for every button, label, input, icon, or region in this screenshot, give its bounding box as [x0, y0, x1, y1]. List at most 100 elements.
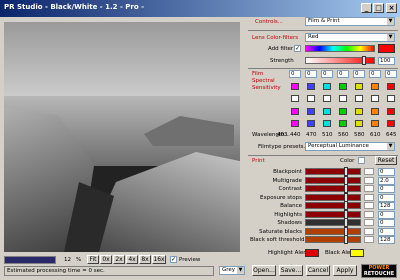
spectral-swatch-610[interactable]	[371, 108, 379, 115]
cancel-button[interactable]: Cancel	[306, 265, 330, 276]
print-row-step-button[interactable]	[364, 185, 374, 192]
sensitivity-value-560[interactable]: 0	[337, 70, 349, 78]
mode-select[interactable]: Grey ▼	[219, 266, 245, 275]
sensitivity-value-580[interactable]: 0	[353, 70, 365, 78]
print-row-slider-handle[interactable]	[344, 167, 348, 176]
print-row-value[interactable]: 128	[378, 236, 395, 244]
highlight-alert-swatch[interactable]	[305, 249, 319, 257]
close-button[interactable]: ×	[386, 3, 397, 13]
image-preview[interactable]	[4, 22, 240, 252]
zoom-4x-button[interactable]: 4x	[126, 255, 138, 264]
print-row-slider[interactable]	[305, 235, 361, 244]
minimize-button[interactable]: _	[361, 3, 372, 13]
spectral-swatch-470[interactable]	[307, 95, 315, 102]
print-row-slider[interactable]	[305, 210, 361, 219]
black-alert-swatch[interactable]	[350, 249, 364, 257]
print-row-slider[interactable]	[305, 218, 361, 227]
spectral-swatch-510[interactable]	[323, 120, 331, 127]
highlight-alert-label: Highlight Alert	[268, 250, 308, 256]
print-row-step-button[interactable]	[364, 194, 374, 201]
strength-input[interactable]: 100	[378, 57, 395, 65]
print-row-step-button[interactable]	[364, 211, 374, 218]
open-button[interactable]: Open...	[252, 265, 276, 276]
filter-hue-slider[interactable]	[305, 45, 375, 52]
print-row-slider[interactable]	[305, 176, 361, 185]
print-row-step-button[interactable]	[364, 168, 374, 175]
spectral-swatch-610[interactable]	[371, 95, 379, 102]
controls-label: Controls...	[255, 19, 283, 25]
spectral-swatch-645[interactable]	[387, 83, 395, 90]
zoom-0x-button[interactable]: 0x	[100, 255, 112, 264]
save-button[interactable]: Save...	[279, 265, 303, 276]
spectral-swatch-470[interactable]	[307, 108, 315, 115]
spectral-swatch-440[interactable]	[291, 83, 299, 90]
spectral-swatch-645[interactable]	[387, 120, 395, 127]
print-row-slider-handle[interactable]	[344, 235, 348, 244]
maximize-button[interactable]: □	[373, 3, 384, 13]
reset-button[interactable]: Reset	[375, 156, 397, 165]
print-row-slider-handle[interactable]	[344, 184, 348, 193]
spectral-swatch-560[interactable]	[339, 120, 347, 127]
strength-slider[interactable]	[305, 56, 375, 65]
spectral-swatch-580[interactable]	[355, 83, 363, 90]
print-row-slider[interactable]	[305, 184, 361, 193]
zoom-unit: %	[76, 257, 82, 263]
sensitivity-value-610[interactable]: 0	[369, 70, 381, 78]
controls-select[interactable]: Film & Print ▼	[305, 17, 395, 26]
spectral-swatch-645[interactable]	[387, 95, 395, 102]
zoom-2x-button[interactable]: 2x	[113, 255, 125, 264]
print-row-step-button[interactable]	[364, 177, 374, 184]
color-checkbox[interactable]	[358, 157, 365, 164]
print-row-slider[interactable]	[305, 227, 361, 236]
print-row-slider-handle[interactable]	[344, 218, 348, 227]
spectral-swatch-440[interactable]	[291, 108, 299, 115]
spectral-swatch-470[interactable]	[307, 120, 315, 127]
spectral-swatch-580[interactable]	[355, 120, 363, 127]
spectral-swatch-560[interactable]	[339, 108, 347, 115]
lens-filter-select[interactable]: Red ▼	[305, 33, 395, 42]
preview-checkbox[interactable]: ✓	[170, 256, 177, 263]
spectral-swatch-510[interactable]	[323, 95, 331, 102]
print-row-slider-handle[interactable]	[344, 201, 348, 210]
spectral-swatch-560[interactable]	[339, 95, 347, 102]
sensitivity-value-510[interactable]: 0	[321, 70, 333, 78]
print-row-value[interactable]: 2.0	[378, 177, 395, 185]
print-row-step-button[interactable]	[364, 236, 374, 243]
print-row-value[interactable]: 0	[378, 194, 395, 202]
spectral-swatch-645[interactable]	[387, 108, 395, 115]
print-row-value[interactable]: 0	[378, 211, 395, 219]
spectral-swatch-580[interactable]	[355, 95, 363, 102]
spectral-swatch-560[interactable]	[339, 83, 347, 90]
spectral-swatch-580[interactable]	[355, 108, 363, 115]
navigator-thumb[interactable]	[4, 256, 56, 264]
print-row-value[interactable]: 0	[378, 185, 395, 193]
spectral-swatch-440[interactable]	[291, 120, 299, 127]
sensitivity-label: Sensitivity	[252, 85, 281, 91]
spectral-swatch-610[interactable]	[371, 120, 379, 127]
print-row-slider[interactable]	[305, 193, 361, 202]
apply-button[interactable]: Apply	[333, 265, 357, 276]
sensitivity-value-440[interactable]: 0	[289, 70, 301, 78]
spectral-swatch-440[interactable]	[291, 95, 299, 102]
spectral-swatch-610[interactable]	[371, 83, 379, 90]
spectral-swatch-470[interactable]	[307, 83, 315, 90]
sensitivity-value-470[interactable]: 0	[305, 70, 317, 78]
zoom-16x-button[interactable]: 16x	[152, 255, 166, 264]
print-row-step-button[interactable]	[364, 219, 374, 226]
spectral-swatch-510[interactable]	[323, 108, 331, 115]
spectral-swatch-510[interactable]	[323, 83, 331, 90]
strength-slider-handle[interactable]	[362, 56, 366, 65]
zoom-8x-button[interactable]: 8x	[139, 255, 151, 264]
print-row-slider[interactable]	[305, 167, 361, 176]
add-filter-checkbox[interactable]: ✓	[294, 45, 301, 52]
print-row-value[interactable]: 0	[378, 228, 395, 236]
filmtype-presets-select[interactable]: Perceptual Luminance ▼	[305, 142, 395, 151]
print-row-slider[interactable]	[305, 201, 361, 210]
print-row-step-button[interactable]	[364, 202, 374, 209]
print-row-step-button[interactable]	[364, 228, 374, 235]
print-row-value[interactable]: 128	[378, 202, 395, 210]
print-row-value[interactable]: 0	[378, 168, 395, 176]
sensitivity-value-645[interactable]: 0	[385, 70, 397, 78]
print-row-value[interactable]: 0	[378, 219, 395, 227]
zoom-fit-button[interactable]: Fit	[87, 255, 99, 264]
